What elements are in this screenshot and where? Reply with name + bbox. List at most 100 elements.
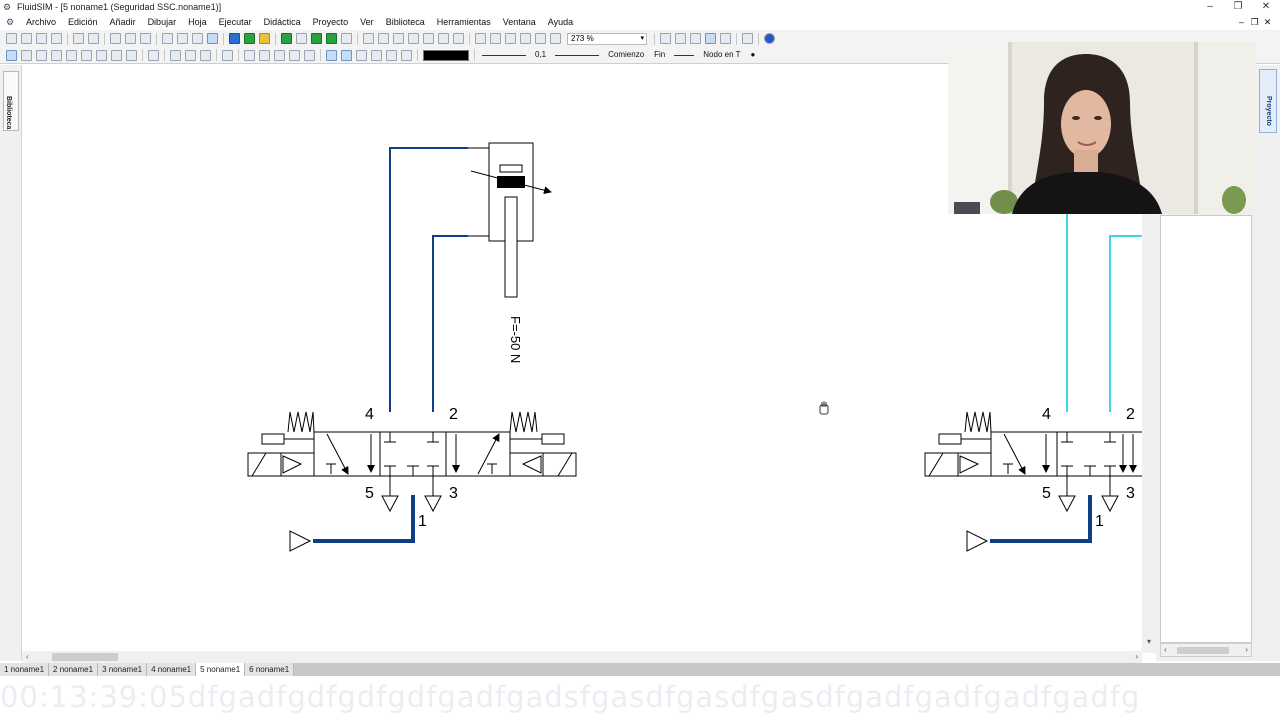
line-style-select[interactable] — [482, 54, 526, 56]
step-back-icon[interactable] — [296, 33, 307, 44]
new-file-icon[interactable] — [6, 33, 17, 44]
menu-ejecutar[interactable]: Ejecutar — [213, 14, 258, 30]
doc-minimize-icon[interactable]: – — [1235, 14, 1248, 30]
menu-herramientas[interactable]: Herramientas — [431, 14, 497, 30]
edit-mode-icon[interactable] — [207, 33, 218, 44]
project-tab[interactable]: Proyecto — [1259, 69, 1277, 133]
zoom-in-icon[interactable] — [475, 33, 486, 44]
page-view-icon[interactable] — [705, 33, 716, 44]
cross-icon[interactable] — [401, 49, 412, 61]
pause-icon[interactable] — [259, 33, 270, 44]
connector-icon[interactable] — [356, 49, 367, 61]
connector-2-icon[interactable] — [371, 49, 382, 61]
menu-didactica[interactable]: Didáctica — [258, 14, 307, 30]
paste-icon[interactable] — [140, 33, 151, 44]
minimize-icon[interactable]: – — [1196, 0, 1224, 13]
zoom-level-select[interactable]: 273 % — [567, 32, 647, 45]
line-style-icon[interactable] — [170, 49, 181, 61]
zoom-page-icon[interactable] — [535, 33, 546, 44]
skip-forward-icon[interactable] — [326, 33, 337, 44]
close-icon[interactable]: ✕ — [1252, 0, 1280, 13]
line-color-select[interactable] — [423, 49, 469, 61]
scroll-right-icon[interactable]: › — [1135, 651, 1138, 663]
project-horizontal-scrollbar[interactable]: ‹ › — [1160, 643, 1252, 657]
text-tool-icon[interactable] — [96, 49, 107, 61]
redo-icon[interactable] — [88, 33, 99, 44]
snap-object-icon[interactable] — [341, 49, 352, 61]
menu-anadir[interactable]: Añadir — [104, 14, 142, 30]
sheet-tab-2[interactable]: 2 noname1 — [49, 663, 99, 676]
sheet-tab-5[interactable]: 5 noname1 — [196, 663, 246, 676]
valve-right[interactable] — [924, 411, 1142, 513]
project-tree[interactable] — [1160, 215, 1252, 643]
line-width-select[interactable]: 0,1 — [532, 49, 549, 61]
node-shape-select[interactable]: ● — [747, 49, 758, 61]
align-left-icon[interactable] — [363, 33, 374, 44]
rotate-icon[interactable] — [162, 33, 173, 44]
restore-icon[interactable]: ❐ — [1224, 0, 1252, 13]
report-icon[interactable] — [720, 33, 731, 44]
reset-icon[interactable] — [281, 33, 292, 44]
line-end-select[interactable]: Fin — [651, 49, 668, 61]
doc-close-icon[interactable]: ✕ — [1261, 14, 1274, 30]
menu-dibujar[interactable]: Dibujar — [142, 14, 183, 30]
help-icon[interactable] — [764, 33, 775, 44]
menu-ayuda[interactable]: Ayuda — [542, 14, 579, 30]
document-menu-icon[interactable]: ⚙ — [0, 17, 20, 28]
line-end-sample[interactable] — [674, 54, 695, 56]
layers-icon[interactable] — [675, 33, 686, 44]
check-drawing-icon[interactable] — [192, 33, 203, 44]
select-pointer-icon[interactable] — [6, 49, 17, 61]
save-icon[interactable] — [36, 33, 47, 44]
export-icon[interactable] — [742, 33, 753, 44]
canvas-horizontal-scrollbar[interactable]: ‹ › — [22, 651, 1142, 663]
step-forward-icon[interactable] — [311, 33, 322, 44]
sheet-tab-3[interactable]: 3 noname1 — [98, 663, 148, 676]
zoom-reset-icon[interactable] — [550, 33, 561, 44]
line-style-3-icon[interactable] — [200, 49, 211, 61]
menu-ver[interactable]: Ver — [354, 14, 380, 30]
line-dash-select[interactable] — [555, 54, 600, 56]
zoom-fit-icon[interactable] — [505, 33, 516, 44]
arrange-5-icon[interactable] — [304, 49, 315, 61]
dimension-icon[interactable] — [222, 49, 233, 61]
image-tool-icon[interactable] — [111, 49, 122, 61]
menu-biblioteca[interactable]: Biblioteca — [380, 14, 431, 30]
doc-restore-icon[interactable]: ❐ — [1248, 14, 1261, 30]
open-folder-icon[interactable] — [21, 33, 32, 44]
menu-archivo[interactable]: Archivo — [20, 14, 62, 30]
align-center-icon[interactable] — [378, 33, 389, 44]
arrange-2-icon[interactable] — [259, 49, 270, 61]
print-icon[interactable] — [51, 33, 62, 44]
project-scroll-left-icon[interactable]: ‹ — [1164, 644, 1167, 656]
undo-icon[interactable] — [73, 33, 84, 44]
sheet-tab-6[interactable]: 6 noname1 — [245, 663, 295, 676]
mirror-icon[interactable] — [177, 33, 188, 44]
properties-icon[interactable] — [690, 33, 701, 44]
zoom-window-icon[interactable] — [520, 33, 531, 44]
line-tool-icon[interactable] — [21, 49, 32, 61]
project-scroll-right-icon[interactable]: › — [1245, 644, 1248, 656]
canvas-scroll-thumb[interactable] — [52, 653, 118, 661]
align-middle-icon[interactable] — [423, 33, 434, 44]
stop-icon[interactable] — [229, 33, 240, 44]
connection-tool-icon[interactable] — [148, 49, 159, 61]
play-icon[interactable] — [244, 33, 255, 44]
distribute-icon[interactable] — [453, 33, 464, 44]
cylinder[interactable] — [468, 142, 552, 298]
node-icon[interactable] — [386, 49, 397, 61]
align-top-icon[interactable] — [408, 33, 419, 44]
sheet-tab-1[interactable]: 1 noname1 — [0, 663, 50, 676]
line-style-2-icon[interactable] — [185, 49, 196, 61]
cut-icon[interactable] — [110, 33, 121, 44]
library-tab[interactable]: Biblioteca — [3, 71, 19, 131]
scroll-down-icon[interactable]: ▾ — [1142, 637, 1156, 646]
project-scroll-thumb[interactable] — [1177, 647, 1229, 654]
ellipse-tool-icon[interactable] — [81, 49, 92, 61]
arrange-icon[interactable] — [244, 49, 255, 61]
align-bottom-icon[interactable] — [438, 33, 449, 44]
polyline-tool-icon[interactable] — [36, 49, 47, 61]
menu-ventana[interactable]: Ventana — [497, 14, 542, 30]
table-tool-icon[interactable] — [126, 49, 137, 61]
arrange-4-icon[interactable] — [289, 49, 300, 61]
